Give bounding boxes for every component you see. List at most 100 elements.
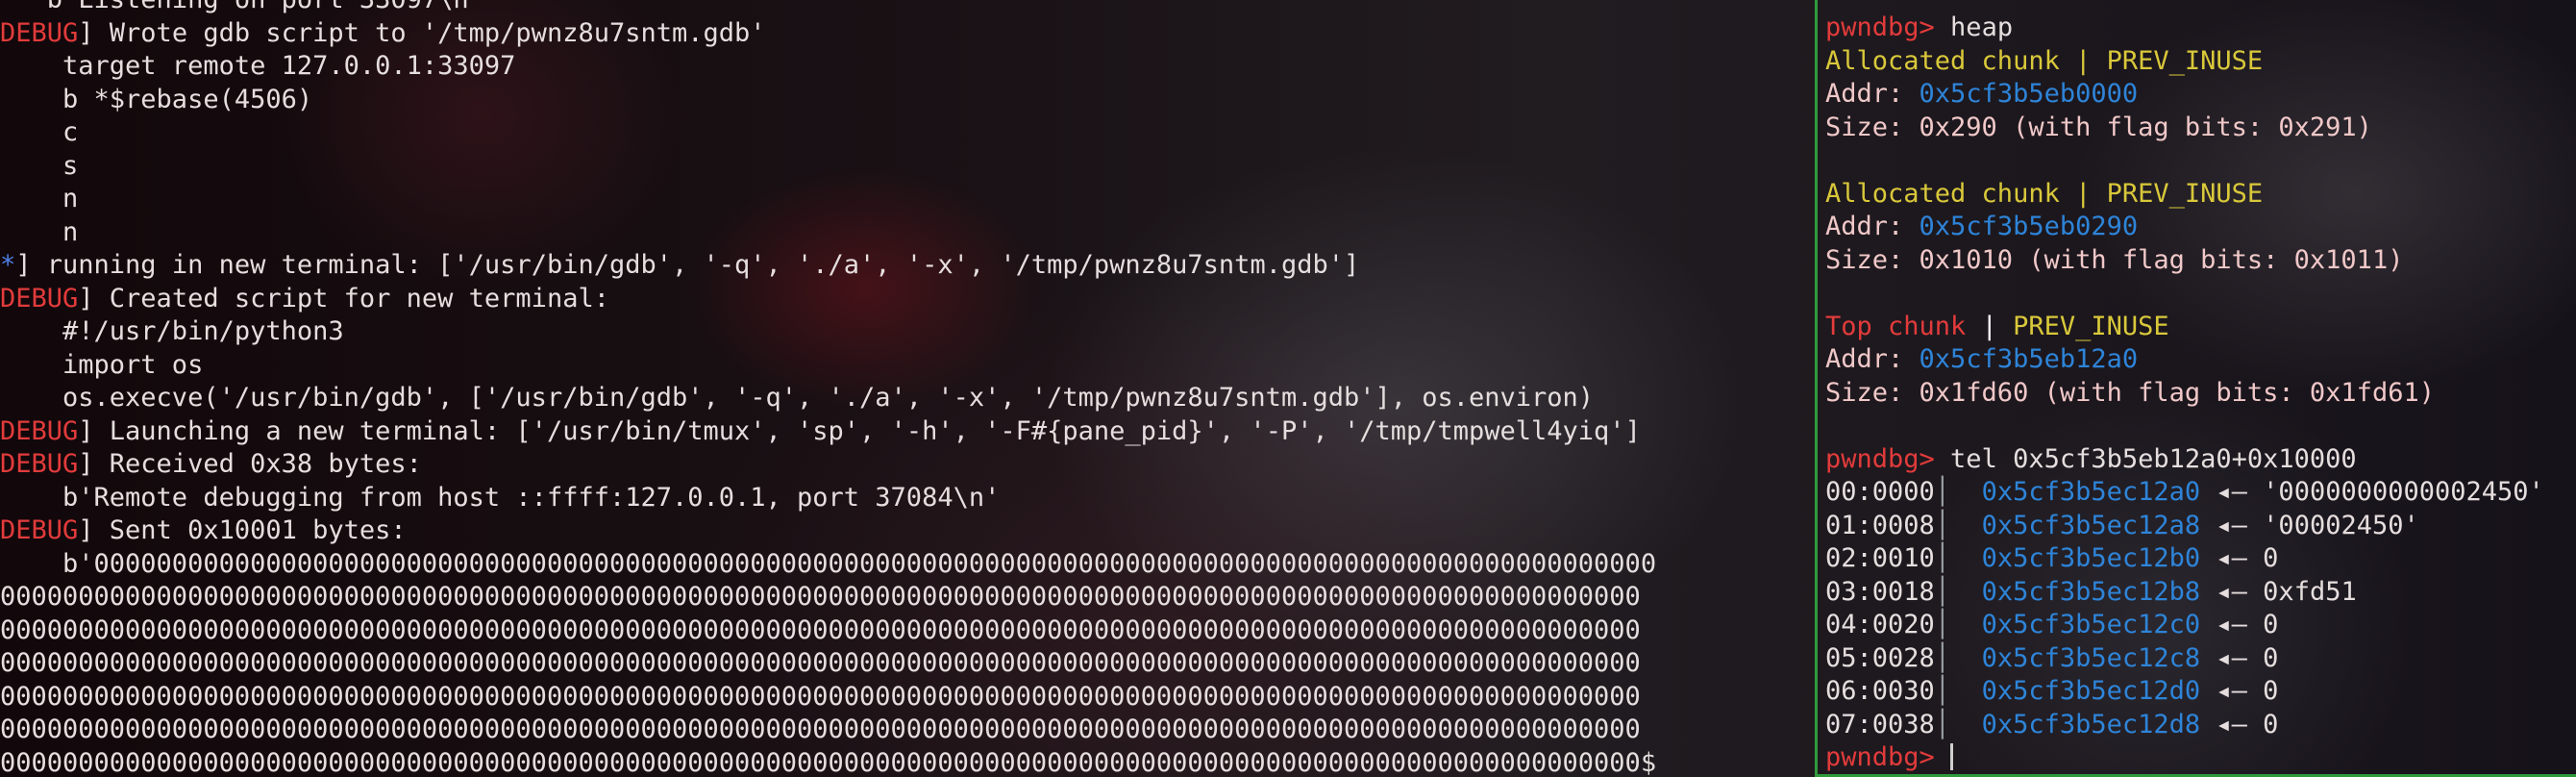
terminal-text-span: DEBUG [0, 515, 79, 545]
pwndbg-line: Addr: 0x5cf3b5eb0290 [1825, 211, 2544, 244]
terminal-text-span: │ [1934, 610, 1982, 639]
terminal-text-span: Addr: [1825, 79, 1920, 109]
terminal-text-span: 07:0038 [1825, 709, 1935, 739]
terminal-text-span: 0x5cf3b5ec12a8 [1981, 510, 2201, 540]
pwntools-output-pane[interactable]: b Listening on port 33097\n'DEBUG] Wrote… [0, 0, 1815, 777]
terminal-line: 0000000000000000000000000000000000000000… [0, 581, 1656, 614]
pwndbg-line [1825, 144, 2544, 178]
pwntools-output-lines: b Listening on port 33097\n'DEBUG] Wrote… [0, 0, 1656, 777]
terminal-text-span: 0x5cf3b5eb12a0 [1919, 344, 2139, 374]
terminal-line: *] running in new terminal: ['/usr/bin/g… [0, 249, 1656, 283]
terminal-text-span: │ [1934, 676, 1982, 706]
pwndbg-line: 03:0018│ 0x5cf3b5ec12b8 ◂— 0xfd51 [1825, 576, 2544, 610]
terminal-text-span: pwndbg> [1825, 742, 1935, 772]
terminal-text-span: ◂— 0 [2200, 610, 2279, 639]
terminal-text-span: 05:0028 [1825, 642, 1935, 673]
terminal-line: os.execve('/usr/bin/gdb', ['/usr/bin/gdb… [0, 382, 1656, 415]
pwndbg-pane[interactable]: pwndbg> heap Allocated chunk | PREV_INUSE… [1820, 0, 2576, 777]
pwndbg-line [1825, 277, 2544, 311]
pwndbg-line: Size: 0x1010 (with flag bits: 0x1011) [1825, 244, 2544, 278]
pwndbg-line: pwndbg> heap [1825, 12, 2544, 45]
terminal-line: DEBUG] Launching a new terminal: ['/usr/… [0, 415, 1656, 449]
terminal-line: target remote 127.0.0.1:33097 [0, 50, 1656, 84]
terminal-line: n [0, 216, 1656, 250]
terminal-text-span: ◂— 0 [2200, 709, 2279, 739]
terminal-text-span: DEBUG [0, 415, 79, 446]
terminal-text-span: 02:0010 [1825, 543, 1935, 573]
terminal-text-span: 01:0008 [1825, 510, 1935, 540]
terminal-text-span: import os [0, 349, 204, 380]
terminal-text-span: DEBUG [0, 17, 79, 48]
terminal-line: b'00000000000000000000000000000000000000… [0, 548, 1656, 582]
terminal-text-span: 06:0030 [1825, 676, 1935, 706]
terminal-text-span [1935, 742, 1950, 772]
cursor-icon [1950, 743, 1954, 770]
tmux-terminal-window[interactable]: b Listening on port 33097\n'DEBUG] Wrote… [0, 0, 2576, 777]
terminal-text-span: | [1966, 311, 2014, 341]
terminal-text-span: n [0, 184, 79, 213]
terminal-line: import os [0, 349, 1656, 383]
terminal-line: DEBUG] Wrote gdb script to '/tmp/pwnz8u7… [0, 17, 1656, 51]
terminal-text-span: ] running in new terminal: ['/usr/bin/gd… [15, 250, 1360, 280]
terminal-text-span: Allocated chunk | PREV_INUSE [1825, 178, 2264, 209]
terminal-text-span: 0x5cf3b5ec12b0 [1981, 543, 2201, 573]
terminal-text-span: 0x5cf3b5ec12b8 [1981, 576, 2201, 607]
pwndbg-line: 05:0028│ 0x5cf3b5ec12c8 ◂— 0 [1825, 642, 2544, 676]
terminal-line: 0000000000000000000000000000000000000000… [0, 647, 1656, 681]
terminal-line: #!/usr/bin/python3 [0, 315, 1656, 349]
pwndbg-line: 00:0000│ 0x5cf3b5ec12a0 ◂— '000000000000… [1825, 476, 2544, 510]
pwndbg-line: Addr: 0x5cf3b5eb0000 [1825, 78, 2544, 112]
terminal-text-span: 0x5cf3b5ec12c0 [1981, 610, 2201, 639]
terminal-text-span: 0x5cf3b5ec12a0 [1981, 477, 2201, 507]
pwndbg-line: 06:0030│ 0x5cf3b5ec12d0 ◂— 0 [1825, 675, 2544, 709]
terminal-text-span: 00:0000 [1825, 477, 1935, 507]
terminal-text-span: │ [1934, 709, 1982, 739]
terminal-text-span: 0000000000000000000000000000000000000000… [0, 614, 1641, 645]
pwndbg-line: Size: 0x1fd60 (with flag bits: 0x1fd61) [1825, 377, 2544, 411]
terminal-text-span: 0x5cf3b5eb0000 [1919, 79, 2139, 109]
terminal-text-span: Addr: [1825, 344, 1920, 374]
terminal-text-span: 0000000000000000000000000000000000000000… [0, 582, 1641, 612]
terminal-text-span: │ [1934, 543, 1982, 573]
pwndbg-output-lines: pwndbg> heap Allocated chunk | PREV_INUSE… [1825, 12, 2544, 775]
terminal-text-span: 04:0020 [1825, 610, 1935, 639]
terminal-text-span: Size: 0x1fd60 (with flag bits: 0x1fd61) [1825, 377, 2435, 408]
terminal-text-span: #!/usr/bin/python3 [0, 316, 344, 346]
terminal-text-span: │ [1934, 576, 1982, 607]
pwndbg-line [1825, 410, 2544, 443]
terminal-text-span: s [0, 150, 79, 181]
terminal-text-span: b *$rebase(4506) [0, 84, 313, 114]
terminal-text-span: DEBUG [0, 283, 79, 313]
terminal-text-span: * [0, 250, 16, 280]
terminal-text-span: ◂— 0xfd51 [2200, 576, 2357, 607]
pwndbg-line: Allocated chunk | PREV_INUSE [1825, 45, 2544, 79]
terminal-text-span: ◂— '00002450' [2200, 510, 2419, 540]
terminal-text-span: 0x5cf3b5ec12d8 [1981, 709, 2201, 739]
terminal-text-span: ◂— '0000000000002450' [2200, 477, 2544, 507]
terminal-text-span: │ [1934, 477, 1982, 507]
pane-divider[interactable] [1815, 0, 1818, 777]
terminal-text-span: os.execve('/usr/bin/gdb', ['/usr/bin/gdb… [0, 383, 1595, 413]
terminal-text-span: Allocated chunk | PREV_INUSE [1825, 45, 2264, 76]
terminal-text-span: Addr: [1825, 212, 1920, 241]
pwndbg-line: Top chunk | PREV_INUSE [1825, 311, 2544, 344]
terminal-text-span: 0000000000000000000000000000000000000000… [0, 681, 1641, 712]
pwndbg-line: pwndbg> [1825, 741, 2544, 775]
terminal-line: n [0, 183, 1656, 216]
terminal-text-span: ] Received 0x38 bytes: [78, 449, 422, 479]
terminal-line: 0000000000000000000000000000000000000000… [0, 681, 1656, 714]
terminal-text-span: DEBUG [0, 449, 79, 479]
pwndbg-line: pwndbg> tel 0x5cf3b5eb12a0+0x10000 [1825, 443, 2544, 477]
terminal-text-span: 0x5cf3b5eb0290 [1919, 212, 2139, 241]
terminal-text-span: ] Created script for new terminal: [78, 283, 609, 313]
terminal-text-span: │ [1934, 510, 1982, 540]
terminal-line: c [0, 116, 1656, 150]
terminal-line: b Listening on port 33097\n' [0, 0, 1656, 17]
terminal-text-span: 0x5cf3b5ec12c8 [1981, 642, 2201, 673]
pwndbg-line: Allocated chunk | PREV_INUSE [1825, 178, 2544, 212]
terminal-text-span: │ [1934, 642, 1982, 673]
terminal-text-span: PREV_INUSE [2013, 311, 2169, 341]
pwndbg-line: 02:0010│ 0x5cf3b5ec12b0 ◂— 0 [1825, 542, 2544, 576]
terminal-text-span: ] Sent 0x10001 bytes: [78, 515, 407, 545]
terminal-line: b'Remote debugging from host ::ffff:127.… [0, 482, 1656, 515]
